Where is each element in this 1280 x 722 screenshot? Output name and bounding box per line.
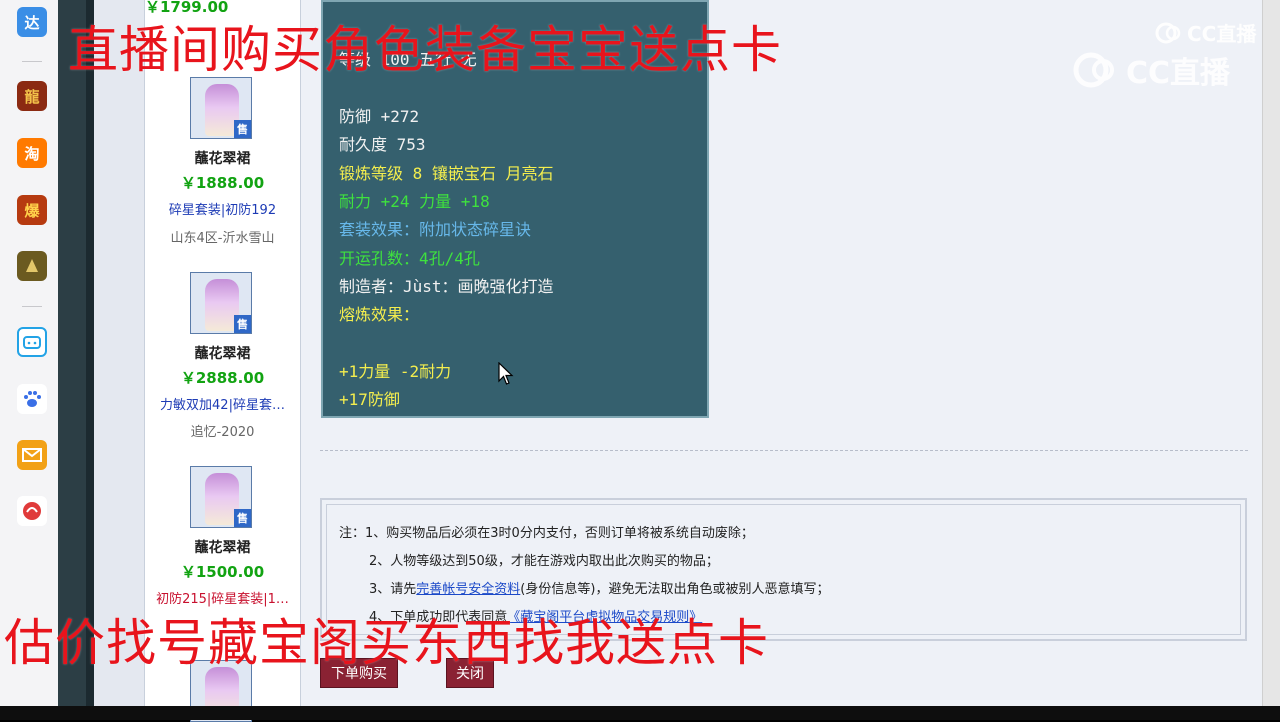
item-thumbnail[interactable]: 售: [190, 272, 252, 334]
warrior-glyph: [26, 259, 38, 272]
da-app-icon[interactable]: 达: [17, 7, 47, 37]
notice-line-3: 3、请先完善帐号安全资料(身份信息等)，避免无法取出角色或被别人恶意填写；: [369, 578, 829, 597]
item-price: ￥1888.00: [180, 174, 265, 192]
tooltip-set-effect: 套装效果：附加状态碎星诀: [339, 220, 532, 239]
tooltip-defense: 防御 +272: [339, 107, 420, 126]
bilibili-icon[interactable]: [17, 327, 47, 357]
item-tags: 力敏双加42|碎星套…: [160, 398, 285, 413]
top-caption-overlay: 直播间购买角色装备宝宝送点卡: [68, 21, 782, 79]
tooltip-durability: 耐久度 753: [339, 135, 426, 154]
sell-badge: 售: [234, 509, 251, 527]
tooltip-maker: 制造者：Jùst：画晚强化打造: [339, 277, 554, 296]
game-bao-icon[interactable]: 爆: [17, 195, 47, 225]
bottom-letterbox: [0, 706, 1280, 720]
tooltip-smelt-title: 熔炼效果：: [339, 305, 420, 324]
game-bao-label: 爆: [24, 201, 40, 220]
mail-icon[interactable]: [17, 440, 47, 470]
dock-separator: [22, 306, 42, 307]
window-edge-shadow: [86, 0, 94, 706]
game-warrior-icon[interactable]: [17, 251, 47, 281]
item-tags: 碎星套装|初防192: [168, 203, 277, 218]
cc-logo-icon: [1155, 22, 1181, 43]
da-app-label: 达: [24, 13, 40, 32]
tooltip-forge: 锻炼等级 8 镶嵌宝石 月亮石: [339, 164, 554, 183]
cc-watermark-large: CC直播: [1072, 48, 1230, 92]
taobao-icon[interactable]: 淘: [17, 138, 47, 168]
tooltip-slots: 开运孔数：4孔/4孔: [339, 249, 480, 268]
notice-line-1: 注：1、购买物品后必须在3时0分内支付，否则订单将被系统自动废除；: [339, 526, 754, 541]
item-server: 山东4区-沂水雪山: [170, 231, 275, 246]
bilibili-glyph: [23, 336, 41, 349]
cc-logo-large-icon: [1073, 52, 1114, 88]
paw-glyph: [24, 391, 41, 407]
mouse-cursor-icon: [498, 362, 514, 385]
tooltip-bonus: 耐力 +24 力量 +18: [339, 192, 490, 211]
sell-badge: 售: [234, 120, 251, 138]
item-thumbnail[interactable]: 售: [190, 466, 252, 528]
item-name[interactable]: 蘸花翠裙: [145, 537, 300, 557]
account-security-link[interactable]: 完善帐号安全资料: [416, 582, 520, 597]
baidu-paw-icon[interactable]: [17, 384, 47, 414]
netease-icon[interactable]: [17, 496, 47, 526]
cc-watermark-small: CC直播: [1155, 18, 1256, 47]
taobao-label: 淘: [24, 144, 40, 163]
item-price: ￥1500.00: [180, 563, 265, 581]
cc-watermark-large-text: CC直播: [1126, 56, 1231, 91]
item-name[interactable]: 蘸花翠裙: [145, 148, 300, 168]
envelope-glyph: [22, 448, 42, 462]
item-price: ￥2888.00: [180, 369, 265, 387]
section-divider: [320, 450, 1248, 451]
scrollbar[interactable]: [1262, 0, 1280, 706]
notice-line-2: 2、人物等级达到50级，才能在游戏内取出此次购买的物品；: [369, 554, 719, 569]
item-server: 追忆-2020: [190, 425, 255, 440]
notice-line-3-prefix: 3、请先: [369, 582, 417, 597]
dock-separator: [22, 61, 42, 62]
page-left-gutter: [94, 0, 144, 706]
netease-glyph: [23, 502, 41, 520]
cc-watermark-small-text: CC直播: [1187, 22, 1257, 46]
notice-line-3-suffix: (身份信息等)，避免无法取出角色或被别人恶意填写；: [520, 582, 830, 597]
tooltip-smelt-1: +1力量 -2耐力: [339, 362, 452, 381]
game-dragon-label: 龍: [24, 87, 40, 106]
item-thumbnail[interactable]: 售: [190, 77, 252, 139]
sell-badge: 售: [234, 315, 251, 333]
game-dragon-icon[interactable]: 龍: [17, 81, 47, 111]
tooltip-smelt-2: +17防御: [339, 390, 400, 409]
item-name[interactable]: 蘸花翠裙: [145, 343, 300, 363]
bottom-caption-overlay: 估价找号藏宝阁买东西找我送点卡: [4, 614, 769, 672]
item-listing: ￥1799.00 售 蘸花翠裙 ￥1888.00 碎星套装|初防192 山东4区…: [144, 0, 301, 722]
